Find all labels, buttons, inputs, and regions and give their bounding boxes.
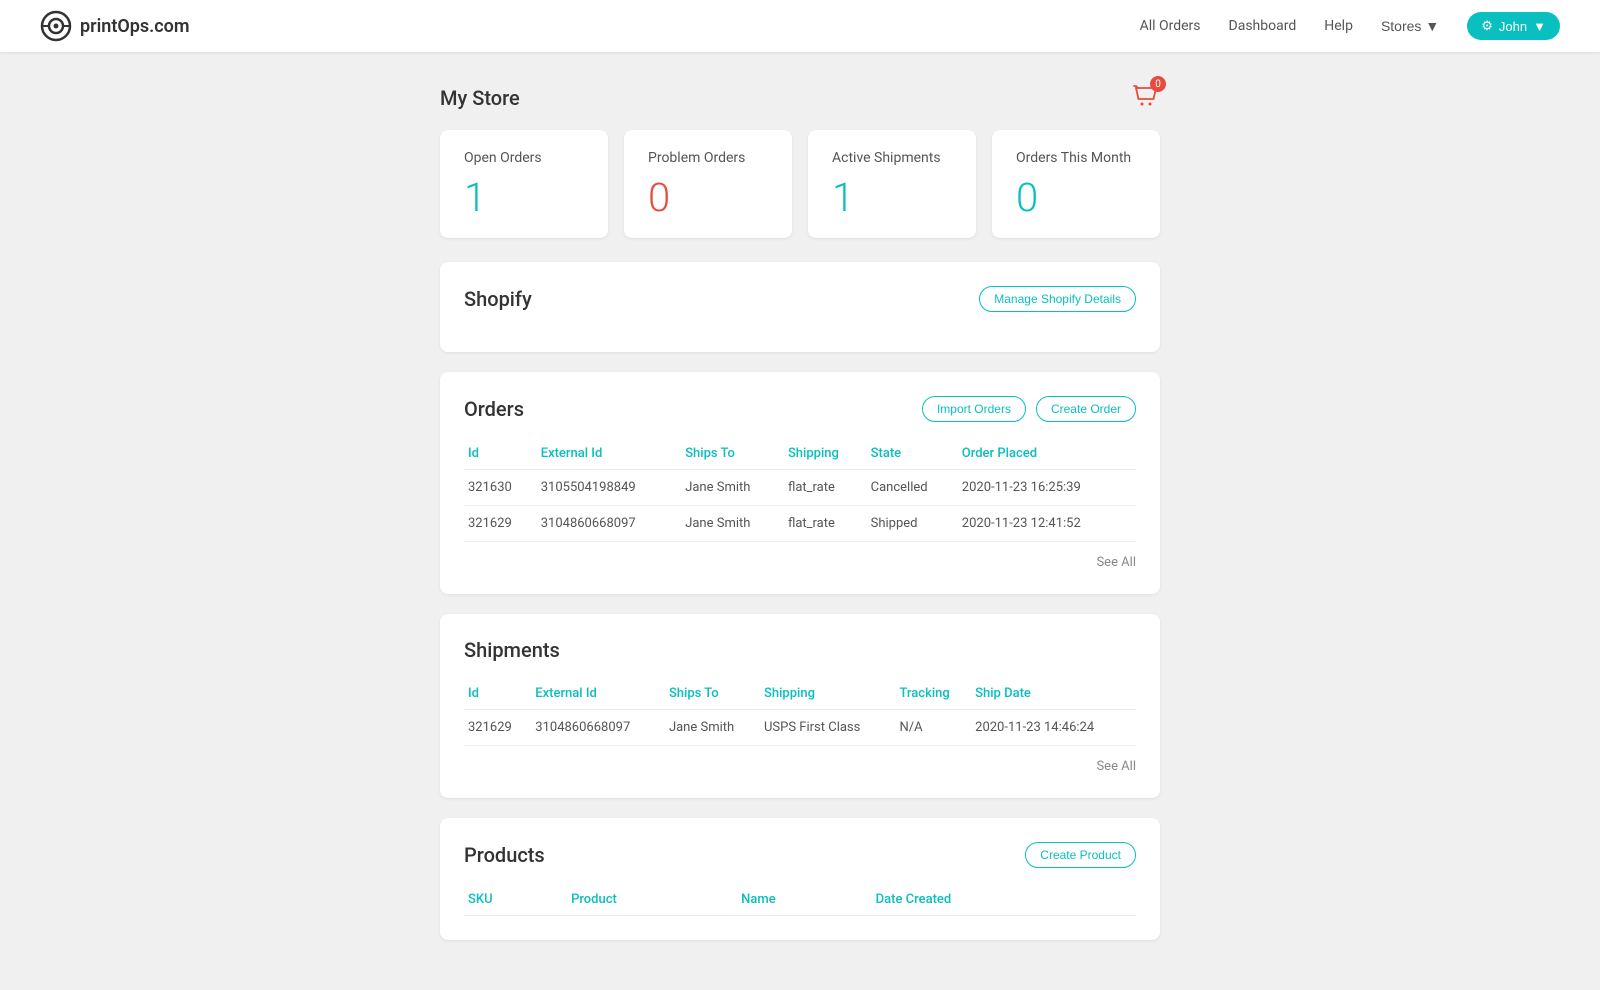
orders-header: Orders Import Orders Create Order bbox=[464, 396, 1136, 422]
nav-dashboard[interactable]: Dashboard bbox=[1229, 18, 1297, 34]
order-ships-to: Jane Smith bbox=[681, 470, 784, 506]
col-header-state: State bbox=[867, 438, 958, 470]
orders-see-all-row: See All bbox=[464, 542, 1136, 570]
shipments-header: Shipments bbox=[464, 638, 1136, 662]
table-row[interactable]: 321629 3104860668097 Jane Smith flat_rat… bbox=[464, 506, 1136, 542]
brand-icon bbox=[40, 10, 72, 42]
col-header-external-id: External Id bbox=[537, 438, 681, 470]
shipments-see-all-row: See All bbox=[464, 746, 1136, 774]
brand-name: printOps.com bbox=[80, 16, 190, 37]
ship-col-shipping: Shipping bbox=[760, 678, 895, 710]
page-title: My Store bbox=[440, 86, 520, 110]
cart-button[interactable]: 0 bbox=[1132, 82, 1160, 114]
col-header-ships-to: Ships To bbox=[681, 438, 784, 470]
orders-panel: Orders Import Orders Create Order Id Ext… bbox=[440, 372, 1160, 594]
shipment-ships-to: Jane Smith bbox=[665, 710, 760, 746]
stat-cards: Open Orders 1 Problem Orders 0 Active Sh… bbox=[440, 130, 1160, 238]
navbar: printOps.com All Orders Dashboard Help S… bbox=[0, 0, 1600, 52]
brand-logo[interactable]: printOps.com bbox=[40, 10, 190, 42]
order-state: Cancelled bbox=[867, 470, 958, 506]
table-row[interactable]: 321630 3105504198849 Jane Smith flat_rat… bbox=[464, 470, 1136, 506]
ship-col-ship-date: Ship Date bbox=[971, 678, 1136, 710]
shopify-header: Shopify Manage Shopify Details bbox=[464, 286, 1136, 312]
order-external-id: 3104860668097 bbox=[537, 506, 681, 542]
stat-value-3: 0 bbox=[1016, 178, 1136, 218]
order-state: Shipped bbox=[867, 506, 958, 542]
col-header-order-placed: Order Placed bbox=[958, 438, 1136, 470]
stat-card-problem-orders: Problem Orders 0 bbox=[624, 130, 792, 238]
shipments-table-header-row: Id External Id Ships To Shipping Trackin… bbox=[464, 678, 1136, 710]
shipments-table: Id External Id Ships To Shipping Trackin… bbox=[464, 678, 1136, 746]
stat-label-1: Problem Orders bbox=[648, 150, 768, 166]
order-placed: 2020-11-23 16:25:39 bbox=[958, 470, 1136, 506]
order-ships-to: Jane Smith bbox=[681, 506, 784, 542]
stat-card-active-shipments: Active Shipments 1 bbox=[808, 130, 976, 238]
order-external-id: 3105504198849 bbox=[537, 470, 681, 506]
order-id: 321629 bbox=[464, 506, 537, 542]
navbar-links: All Orders Dashboard Help Stores ▼ ⚙ Joh… bbox=[1140, 12, 1560, 40]
manage-shopify-button[interactable]: Manage Shopify Details bbox=[979, 286, 1136, 312]
shopify-title: Shopify bbox=[464, 287, 532, 311]
products-panel: Products Create Product SKU Product Name… bbox=[440, 818, 1160, 940]
nav-help[interactable]: Help bbox=[1324, 18, 1353, 34]
orders-title: Orders bbox=[464, 397, 524, 421]
shipment-id: 321629 bbox=[464, 710, 531, 746]
stat-value-1: 0 bbox=[648, 178, 768, 218]
products-title: Products bbox=[464, 843, 545, 867]
stat-label-2: Active Shipments bbox=[832, 150, 952, 166]
ship-col-ships-to: Ships To bbox=[665, 678, 760, 710]
orders-see-all-link[interactable]: See All bbox=[1096, 555, 1136, 570]
cart-badge: 0 bbox=[1150, 76, 1166, 92]
import-orders-button[interactable]: Import Orders bbox=[922, 396, 1026, 422]
products-table: SKU Product Name Date Created bbox=[464, 884, 1136, 916]
shipments-title: Shipments bbox=[464, 638, 560, 662]
stat-card-orders-this-month: Orders This Month 0 bbox=[992, 130, 1160, 238]
shipment-tracking: N/A bbox=[895, 710, 971, 746]
chevron-down-icon: ▼ bbox=[1533, 19, 1546, 34]
ship-col-external-id: External Id bbox=[531, 678, 665, 710]
shipment-shipping: USPS First Class bbox=[760, 710, 895, 746]
create-product-button[interactable]: Create Product bbox=[1025, 842, 1136, 868]
nav-all-orders[interactable]: All Orders bbox=[1140, 18, 1201, 34]
products-header: Products Create Product bbox=[464, 842, 1136, 868]
orders-table: Id External Id Ships To Shipping State O… bbox=[464, 438, 1136, 542]
stat-label-3: Orders This Month bbox=[1016, 150, 1136, 166]
shipments-see-all-link[interactable]: See All bbox=[1096, 759, 1136, 774]
col-header-shipping: Shipping bbox=[784, 438, 867, 470]
col-header-id: Id bbox=[464, 438, 537, 470]
chevron-down-icon: ▼ bbox=[1425, 18, 1439, 34]
order-shipping: flat_rate bbox=[784, 506, 867, 542]
create-order-button[interactable]: Create Order bbox=[1036, 396, 1136, 422]
main-content: My Store 0 Open Orders 1 Problem Orders … bbox=[420, 52, 1180, 990]
ship-col-tracking: Tracking bbox=[895, 678, 971, 710]
orders-table-header-row: Id External Id Ships To Shipping State O… bbox=[464, 438, 1136, 470]
shopify-panel: Shopify Manage Shopify Details bbox=[440, 262, 1160, 352]
stat-label-0: Open Orders bbox=[464, 150, 584, 166]
page-header: My Store 0 bbox=[440, 82, 1160, 114]
shipment-external-id: 3104860668097 bbox=[531, 710, 665, 746]
gear-icon: ⚙ bbox=[1481, 18, 1493, 34]
shipment-ship-date: 2020-11-23 14:46:24 bbox=[971, 710, 1136, 746]
order-id: 321630 bbox=[464, 470, 537, 506]
order-placed: 2020-11-23 12:41:52 bbox=[958, 506, 1136, 542]
orders-actions: Import Orders Create Order bbox=[922, 396, 1136, 422]
stat-value-0: 1 bbox=[464, 178, 584, 218]
shipments-panel: Shipments Id External Id Ships To Shippi… bbox=[440, 614, 1160, 798]
stores-dropdown-button[interactable]: Stores ▼ bbox=[1381, 18, 1439, 34]
stat-card-open-orders: Open Orders 1 bbox=[440, 130, 608, 238]
table-row[interactable]: 321629 3104860668097 Jane Smith USPS Fir… bbox=[464, 710, 1136, 746]
ship-col-id: Id bbox=[464, 678, 531, 710]
stat-value-2: 1 bbox=[832, 178, 952, 218]
order-shipping: flat_rate bbox=[784, 470, 867, 506]
user-menu-button[interactable]: ⚙ John ▼ bbox=[1467, 12, 1560, 40]
